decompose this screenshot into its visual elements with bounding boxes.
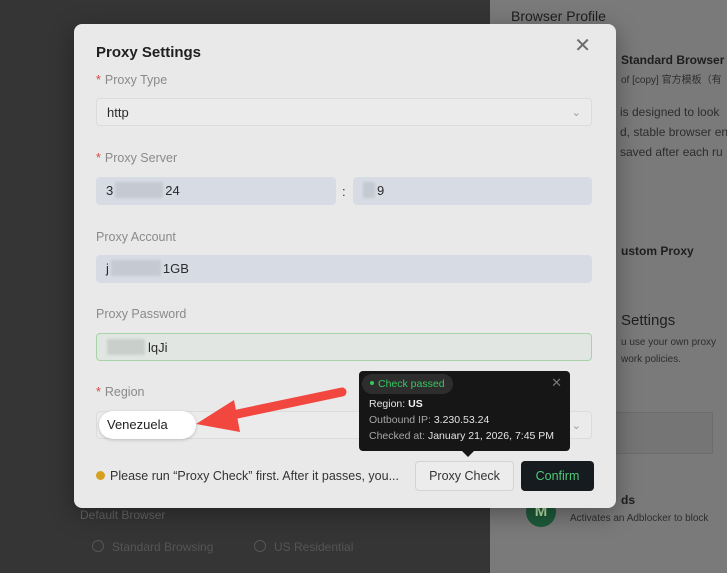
chevron-down-icon: ⌄ <box>571 420 581 432</box>
settings-sub: work policies. <box>621 354 682 365</box>
proxy-account-label: Proxy Account <box>96 230 176 244</box>
custom-proxy-label: ustom Proxy <box>621 244 694 258</box>
description-line: is designed to look <box>620 105 720 119</box>
close-icon[interactable]: ✕ <box>574 36 591 56</box>
dialog-title: Proxy Settings <box>96 44 202 61</box>
warning-dot-icon <box>96 471 105 480</box>
success-dot-icon <box>370 381 374 385</box>
close-icon[interactable]: ✕ <box>551 375 562 391</box>
settings-title: Settings <box>621 312 676 329</box>
ds-label: ds <box>621 493 636 507</box>
default-browser-label: Default Browser <box>80 508 166 522</box>
confirm-button[interactable]: Confirm <box>521 461 594 491</box>
annotation-arrow-icon <box>196 387 347 432</box>
standard-browsing-chip: Standard Browsing <box>92 540 213 554</box>
proxy-type-label: * Proxy Type <box>96 73 168 87</box>
proxy-password-input[interactable]: lqJi <box>96 333 592 361</box>
proxy-server-label: * Proxy Server <box>96 151 178 165</box>
standard-browser-sub: of [copy] 官方模板（有 <box>621 75 722 86</box>
standard-browser-label: Standard Browser <box>621 53 725 67</box>
required-marker: * <box>96 385 101 399</box>
tooltip-checked-at: Checked at: January 21, 2026, 7:45 PM <box>369 430 555 442</box>
proxy-port-input[interactable]: 9 <box>353 177 592 205</box>
description-line: saved after each ru <box>620 145 723 159</box>
region-label: * Region <box>96 385 145 399</box>
required-marker: * <box>96 73 101 87</box>
settings-sub: u use your own proxy <box>621 337 717 348</box>
host-port-separator: : <box>342 184 346 199</box>
proxy-check-warning: Please run “Proxy Check” first. After it… <box>96 469 399 483</box>
proxy-check-button[interactable]: Proxy Check <box>415 461 514 491</box>
tooltip-region: Region: US <box>369 398 423 410</box>
description-line: d, stable browser en <box>620 125 727 139</box>
chevron-down-icon: ⌄ <box>571 107 581 119</box>
proxy-check-result-tooltip: Check passed ✕ Region: US Outbound IP: 3… <box>359 371 570 451</box>
proxy-host-input[interactable]: 3 24 <box>96 177 336 205</box>
proxy-password-label: Proxy Password <box>96 307 187 321</box>
chrome-icon <box>92 540 104 552</box>
redacted-blur <box>107 339 145 355</box>
proxy-type-select[interactable]: http ⌄ <box>96 98 592 126</box>
adblock-description: Activates an Adblocker to block <box>570 513 709 524</box>
redacted-blur <box>363 182 375 198</box>
check-passed-status: Check passed <box>362 374 453 394</box>
tooltip-caret <box>462 451 474 457</box>
browser-profile-title: Browser Profile <box>511 8 606 24</box>
redacted-blur <box>115 182 164 198</box>
redacted-blur <box>110 260 161 276</box>
tooltip-outbound-ip: Outbound IP: 3.230.53.24 <box>369 414 490 426</box>
globe-icon <box>254 540 266 552</box>
required-marker: * <box>96 151 101 165</box>
residential-chip: US Residential <box>254 540 353 554</box>
proxy-account-input[interactable]: j 1GB <box>96 255 592 283</box>
